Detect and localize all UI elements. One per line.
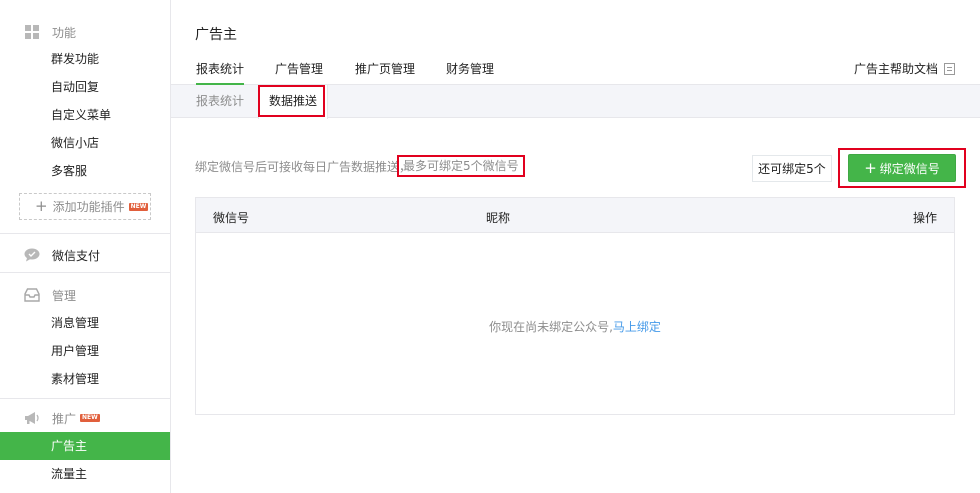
sidebar-group-label: 推广 (52, 411, 77, 426)
main-content: 广告主 报表统计 广告管理 推广页管理 财务管理 广告主帮助文档 报表统计 数据… (171, 0, 980, 493)
plus-icon: + (35, 197, 48, 215)
subtab-bar: 报表统计 数据推送 (171, 85, 980, 119)
sidebar-group-label: 微信支付 (52, 248, 101, 263)
bound-accounts-table: 微信号 昵称 操作 你现在尚未绑定公众号,马上绑定 (195, 197, 955, 415)
sidebar-item-messages[interactable]: 消息管理 (0, 309, 170, 337)
sidebar-item-customer-service[interactable]: 多客服 (0, 157, 170, 185)
chat-bubble-icon (24, 248, 40, 262)
notice-limit-text: 最多可绑定5个微信号 (397, 155, 525, 177)
document-icon (944, 62, 955, 75)
sidebar-item-wechat-pay[interactable]: 微信支付 (0, 241, 170, 269)
add-plugin-label: 添加功能插件 (52, 200, 125, 214)
inbox-icon (24, 288, 40, 302)
bind-wechat-label: 绑定微信号 (879, 161, 940, 176)
table-header: 微信号 昵称 操作 (196, 198, 954, 233)
column-header-nickname: 昵称 (486, 211, 511, 225)
megaphone-icon (24, 411, 40, 425)
new-badge: NEW (80, 414, 100, 422)
add-plugin-button[interactable]: + 添加功能插件 NEW (19, 193, 151, 220)
highlight-box: + 绑定微信号 (838, 148, 966, 188)
sidebar-group-label: 功能 (52, 25, 77, 40)
empty-state-text: 你现在尚未绑定公众号, (489, 320, 613, 334)
tab-report-stats[interactable]: 报表统计 (196, 60, 245, 85)
column-header-wechat-id: 微信号 (213, 211, 250, 225)
sidebar-item-publisher[interactable]: 流量主 (0, 460, 170, 488)
new-badge: NEW (128, 202, 149, 211)
subtab-report-stats[interactable]: 报表统计 (196, 85, 244, 118)
sidebar-divider (0, 398, 170, 399)
grid-icon (24, 25, 40, 39)
sidebar-item-materials[interactable]: 素材管理 (0, 365, 170, 393)
sidebar-item-advertiser[interactable]: 广告主 (0, 432, 170, 460)
plus-icon: + (864, 158, 877, 177)
sidebar-group-features: 功能 (0, 18, 170, 46)
remaining-bindings-button[interactable]: 还可绑定5个 (752, 155, 832, 182)
help-doc-link[interactable]: 广告主帮助文档 (854, 60, 955, 77)
sidebar-item-users[interactable]: 用户管理 (0, 337, 170, 365)
tab-landing-page-management[interactable]: 推广页管理 (355, 60, 415, 85)
tab-bar: 报表统计 广告管理 推广页管理 财务管理 广告主帮助文档 (171, 48, 980, 85)
sidebar-item-auto-reply[interactable]: 自动回复 (0, 73, 170, 101)
column-header-actions: 操作 (912, 211, 937, 225)
empty-state: 你现在尚未绑定公众号,马上绑定 (196, 318, 954, 335)
bind-now-link[interactable]: 马上绑定 (613, 320, 661, 334)
page-title: 广告主 (195, 27, 237, 43)
bind-wechat-button[interactable]: + 绑定微信号 (848, 154, 956, 182)
sidebar-item-wechat-store[interactable]: 微信小店 (0, 129, 170, 157)
help-doc-label: 广告主帮助文档 (853, 62, 938, 76)
sidebar-divider (0, 272, 170, 273)
tab-finance-management[interactable]: 财务管理 (446, 60, 494, 85)
tab-ad-management[interactable]: 广告管理 (275, 60, 323, 85)
sidebar-item-custom-menu[interactable]: 自定义菜单 (0, 101, 170, 129)
sidebar-group-manage: 管理 (0, 281, 170, 309)
notice-text: 绑定微信号后可接收每日广告数据推送， (195, 160, 412, 174)
sidebar: 功能 群发功能 自动回复 自定义菜单 微信小店 多客服 + 添加功能插件 NEW… (0, 0, 171, 493)
sidebar-divider (0, 233, 170, 234)
subtab-data-push[interactable]: 数据推送 (258, 85, 329, 119)
sidebar-item-mass-send[interactable]: 群发功能 (0, 45, 170, 73)
sidebar-group-label: 管理 (52, 288, 77, 303)
sidebar-group-promotion: 推广 NEW (0, 404, 170, 432)
